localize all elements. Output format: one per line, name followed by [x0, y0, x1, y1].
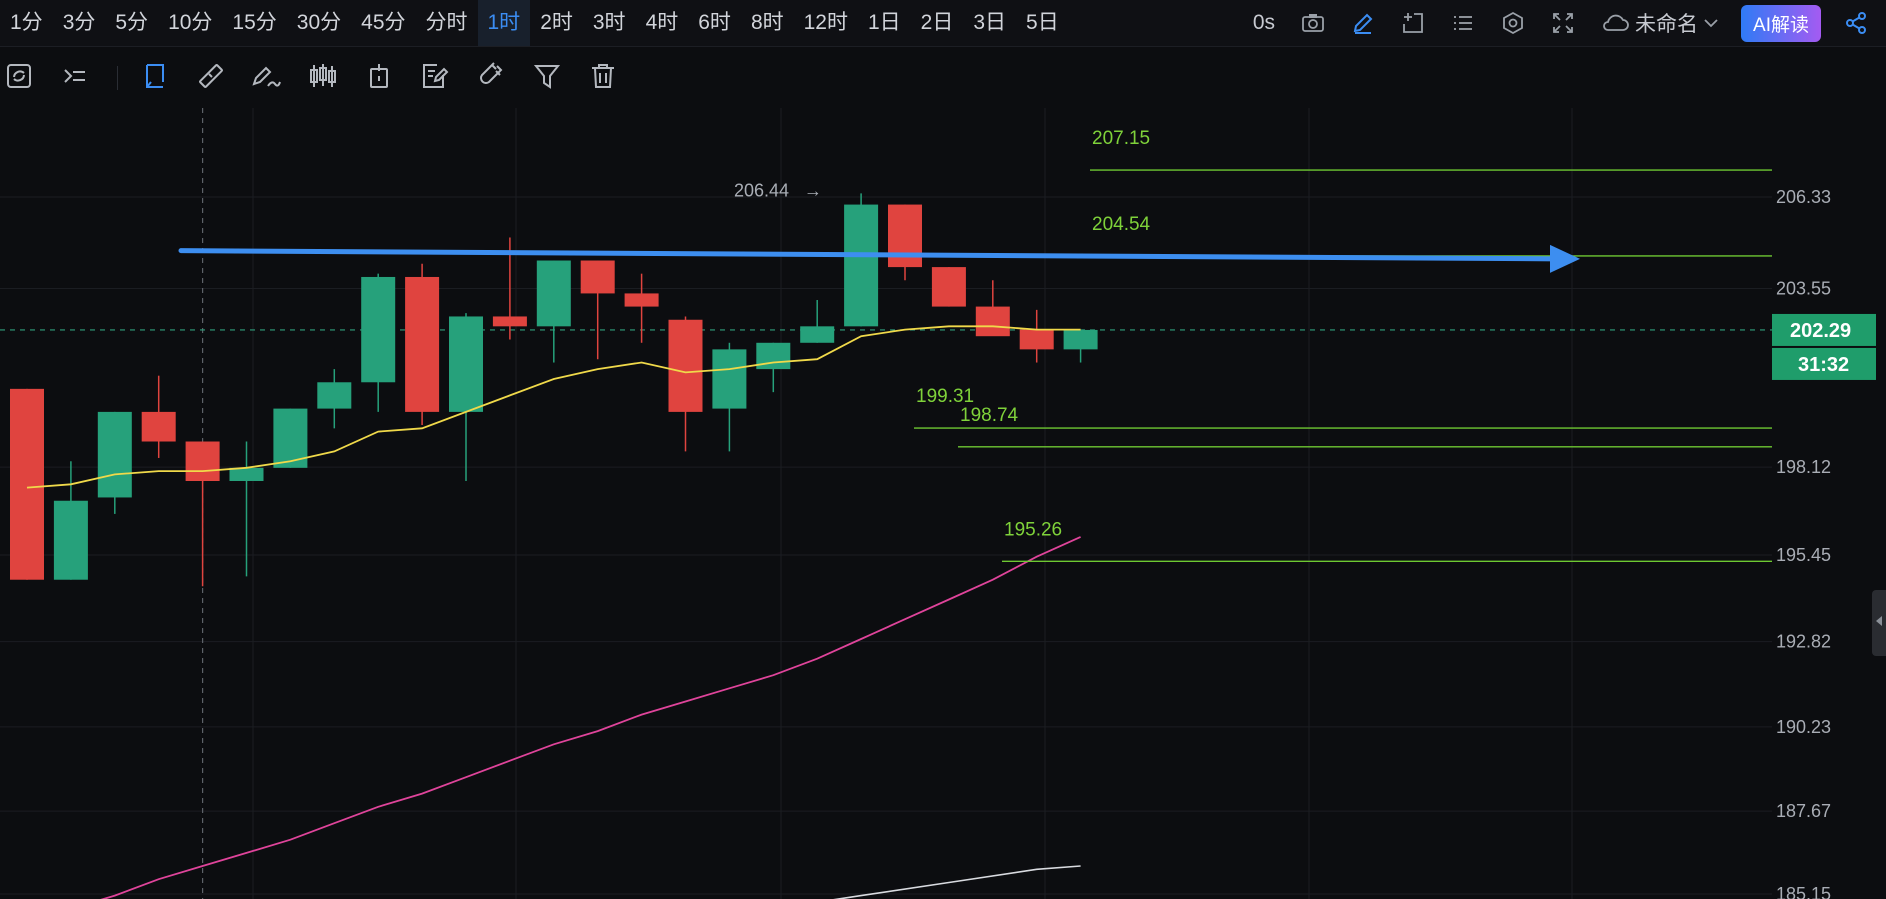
price-chart[interactable]: 207.15204.54199.31198.74195.26206.44 → 206…: [0, 0, 1886, 899]
level-label-0: 207.15: [1092, 128, 1150, 149]
candle-body-4: [185, 441, 220, 481]
high-marker-arrow: →: [804, 180, 822, 200]
candle-body-14: [624, 293, 659, 307]
candle-body-13: [580, 260, 615, 294]
candle-body-22: [975, 306, 1010, 337]
high-marker-label: 206.44: [734, 180, 789, 200]
candle-body-9: [405, 276, 440, 412]
candle-body-7: [317, 382, 352, 409]
candle-body-19: [844, 204, 879, 327]
candle-body-3: [141, 411, 176, 442]
y-tick-label-7: 185.15: [1776, 884, 1831, 899]
y-tick-label-2: 198.12: [1776, 457, 1831, 477]
y-tick-label-0: 206.33: [1776, 187, 1831, 207]
current-price-label: 202.29: [1790, 320, 1851, 342]
y-tick-label-3: 195.45: [1776, 545, 1831, 565]
level-label-1: 204.54: [1092, 214, 1151, 235]
chevron-left-icon: [1875, 614, 1883, 632]
collapse-panel-handle[interactable]: [1872, 590, 1886, 656]
y-tick-label-6: 187.67: [1776, 801, 1831, 821]
candle-body-20: [888, 204, 922, 268]
candle-body-0: [10, 388, 44, 580]
candle-body-24: [1063, 329, 1098, 350]
candle-body-15: [668, 319, 703, 412]
candle-body-5: [229, 467, 264, 481]
candle-body-16: [712, 349, 747, 409]
candle-body-23: [1019, 329, 1054, 350]
candle-body-8: [361, 276, 396, 383]
y-tick-label-5: 190.23: [1776, 717, 1831, 737]
candle-body-1: [53, 500, 88, 580]
candle-body-12: [536, 260, 571, 327]
y-tick-label-4: 192.82: [1776, 632, 1831, 652]
trend-arrowhead: [1550, 244, 1580, 273]
candle-body-11: [492, 316, 527, 327]
y-tick-label-1: 203.55: [1776, 278, 1831, 298]
candle-body-21: [931, 267, 966, 307]
countdown-label: 31:32: [1798, 354, 1849, 376]
candle-body-2: [97, 411, 132, 498]
ma-mid-line: [100, 536, 1081, 899]
candle-body-18: [800, 326, 835, 343]
candle-body-10: [449, 316, 483, 412]
level-label-4: 195.26: [1004, 519, 1062, 540]
level-label-3: 198.74: [960, 405, 1019, 426]
